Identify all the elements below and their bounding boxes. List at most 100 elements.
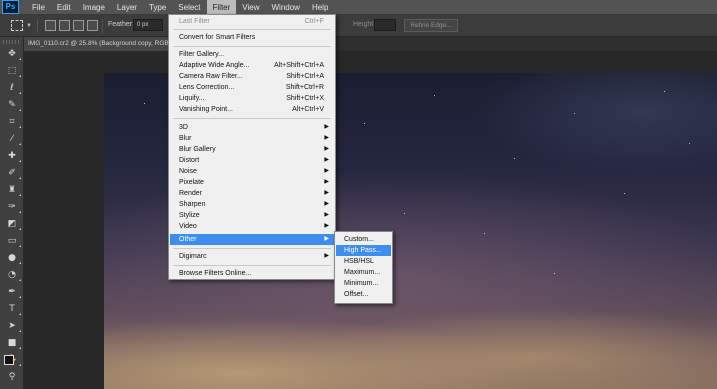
- panel-grip[interactable]: [3, 40, 20, 44]
- menu-help[interactable]: Help: [306, 0, 334, 15]
- other-submenu: Custom... High Pass... HSB/HSL Maximum..…: [334, 231, 393, 304]
- document-tab[interactable]: IMG_0110.cr2 @ 25.8% (Background copy, R…: [24, 37, 169, 51]
- menu-item-other[interactable]: Other ▶: [170, 234, 334, 245]
- add-to-selection-icon[interactable]: [59, 20, 70, 31]
- menu-item-label: Digimarc: [179, 253, 207, 260]
- blur-tool-icon[interactable]: ●: [4, 253, 21, 264]
- menu-separator: [173, 29, 331, 30]
- menu-item-camera-raw-filter[interactable]: Camera Raw Filter... Shift+Ctrl+A: [170, 71, 334, 82]
- star: [554, 273, 555, 274]
- menu-item-lens-correction[interactable]: Lens Correction... Shift+Ctrl+R: [170, 82, 334, 93]
- menu-item-label: Lens Correction...: [179, 84, 235, 91]
- brush-tool-icon[interactable]: ✐: [4, 168, 21, 179]
- feather-label: Feather:: [108, 21, 135, 28]
- star: [574, 113, 575, 114]
- menu-item-liquify[interactable]: Liquify... Shift+Ctrl+X: [170, 93, 334, 104]
- submenu-item-maximum[interactable]: Maximum...: [336, 267, 391, 278]
- menu-item-digimarc[interactable]: Digimarc ▶: [170, 251, 334, 262]
- clone-stamp-tool-icon[interactable]: ♜: [4, 185, 21, 196]
- menu-item-label: Vanishing Point...: [179, 106, 233, 113]
- rectangle-tool-icon[interactable]: ■: [4, 338, 21, 349]
- eyedropper-tool-icon[interactable]: ⁄: [4, 134, 21, 145]
- submenu-arrow-icon: ▶: [324, 253, 329, 259]
- menu-item-label: Noise: [179, 168, 197, 175]
- type-tool-icon[interactable]: T: [4, 304, 21, 315]
- quick-selection-tool-icon[interactable]: ✎: [4, 100, 21, 111]
- crop-tool-icon[interactable]: ⌗: [4, 117, 21, 128]
- menu-item-label: Other: [179, 236, 197, 243]
- star: [664, 91, 665, 92]
- menu-item-adaptive-wide-angle[interactable]: Adaptive Wide Angle... Alt+Shift+Ctrl+A: [170, 60, 334, 71]
- menu-item-blur[interactable]: Blur ▶: [170, 133, 334, 144]
- menu-item-blur-gallery[interactable]: Blur Gallery ▶: [170, 144, 334, 155]
- foreground-color-swatch[interactable]: [4, 355, 14, 365]
- zoom-tool-icon[interactable]: ⚲: [4, 372, 20, 382]
- submenu-arrow-icon: ▶: [324, 190, 329, 196]
- menu-item-noise[interactable]: Noise ▶: [170, 166, 334, 177]
- submenu-arrow-icon: ▶: [324, 212, 329, 218]
- feather-input[interactable]: 0 px: [133, 19, 163, 31]
- menu-item-render[interactable]: Render ▶: [170, 188, 334, 199]
- shortcut: Shift+Ctrl+X: [286, 95, 324, 102]
- healing-brush-tool-icon[interactable]: ✚: [4, 151, 21, 162]
- rectangular-marquee-icon[interactable]: [11, 20, 23, 31]
- menu-separator: [173, 46, 331, 47]
- gradient-tool-icon[interactable]: ▭: [4, 236, 21, 247]
- menu-item-label: Last Filter: [179, 18, 210, 25]
- menu-item-sharpen[interactable]: Sharpen ▶: [170, 199, 334, 210]
- menu-item-last-filter[interactable]: Last Filter Ctrl+F: [170, 16, 334, 27]
- tools-panel: ✥ ⬚ ℓ ✎ ⌗ ⁄ ✚ ✐ ♜ ✑ ◩ ▭ ● ◔ ✒ T ➤ ■ ✋ ⚲: [0, 37, 24, 389]
- menu-filter[interactable]: Filter: [206, 0, 237, 15]
- photoshop-logo: Ps: [2, 0, 19, 14]
- menu-image[interactable]: Image: [77, 0, 111, 15]
- submenu-item-minimum[interactable]: Minimum...: [336, 278, 391, 289]
- options-bar: ▼ Feather: 0 px Height: Refine Edge...: [0, 15, 717, 37]
- menu-item-vanishing-point[interactable]: Vanishing Point... Alt+Ctrl+V: [170, 104, 334, 115]
- submenu-item-custom[interactable]: Custom...: [336, 234, 391, 245]
- menu-item-stylize[interactable]: Stylize ▶: [170, 210, 334, 221]
- menu-item-label: Blur Gallery: [179, 146, 216, 153]
- menu-item-label: Render: [179, 190, 202, 197]
- move-tool-icon[interactable]: ✥: [4, 49, 21, 60]
- refine-edge-button[interactable]: Refine Edge...: [404, 19, 458, 32]
- menu-view[interactable]: View: [236, 0, 265, 15]
- pen-tool-icon[interactable]: ✒: [4, 287, 21, 298]
- menu-type[interactable]: Type: [143, 0, 172, 15]
- menu-item-label: Sharpen: [179, 201, 206, 208]
- height-input[interactable]: [374, 19, 396, 31]
- submenu-item-offset[interactable]: Offset...: [336, 289, 391, 300]
- submenu-arrow-icon: ▶: [324, 168, 329, 174]
- marquee-tool-icon[interactable]: ⬚: [4, 66, 21, 77]
- lasso-tool-icon[interactable]: ℓ: [4, 83, 21, 94]
- menu-file[interactable]: File: [26, 0, 51, 15]
- menu-item-3d[interactable]: 3D ▶: [170, 122, 334, 133]
- menu-item-pixelate[interactable]: Pixelate ▶: [170, 177, 334, 188]
- menu-window[interactable]: Window: [266, 0, 306, 15]
- menu-item-video[interactable]: Video ▶: [170, 221, 334, 232]
- menu-layer[interactable]: Layer: [111, 0, 143, 15]
- menu-item-distort[interactable]: Distort ▶: [170, 155, 334, 166]
- new-selection-icon[interactable]: [45, 20, 56, 31]
- menu-separator: [173, 248, 331, 249]
- menu-item-browse-filters-online[interactable]: Browse Filters Online...: [170, 268, 334, 279]
- menu-edit[interactable]: Edit: [51, 0, 77, 15]
- submenu-item-high-pass[interactable]: High Pass...: [336, 245, 391, 256]
- menu-item-convert-smart-filters[interactable]: Convert for Smart Filters: [170, 32, 334, 43]
- menu-item-filter-gallery[interactable]: Filter Gallery...: [170, 49, 334, 60]
- canvas-area[interactable]: [24, 51, 717, 389]
- intersect-selection-icon[interactable]: [87, 20, 98, 31]
- path-selection-tool-icon[interactable]: ➤: [4, 321, 21, 332]
- document-tab-bar: IMG_0110.cr2 @ 25.8% (Background copy, R…: [24, 37, 717, 51]
- dodge-tool-icon[interactable]: ◔: [4, 270, 21, 281]
- submenu-arrow-icon: ▶: [324, 236, 329, 242]
- chevron-down-icon[interactable]: ▼: [26, 23, 32, 29]
- star: [434, 95, 435, 96]
- menu-select[interactable]: Select: [172, 0, 206, 15]
- history-brush-tool-icon[interactable]: ✑: [4, 202, 21, 213]
- menu-item-label: Camera Raw Filter...: [179, 73, 243, 80]
- submenu-item-hsb-hsl[interactable]: HSB/HSL: [336, 256, 391, 267]
- eraser-tool-icon[interactable]: ◩: [4, 219, 21, 230]
- shortcut: Alt+Shift+Ctrl+A: [274, 62, 324, 69]
- star: [404, 213, 405, 214]
- subtract-from-selection-icon[interactable]: [73, 20, 84, 31]
